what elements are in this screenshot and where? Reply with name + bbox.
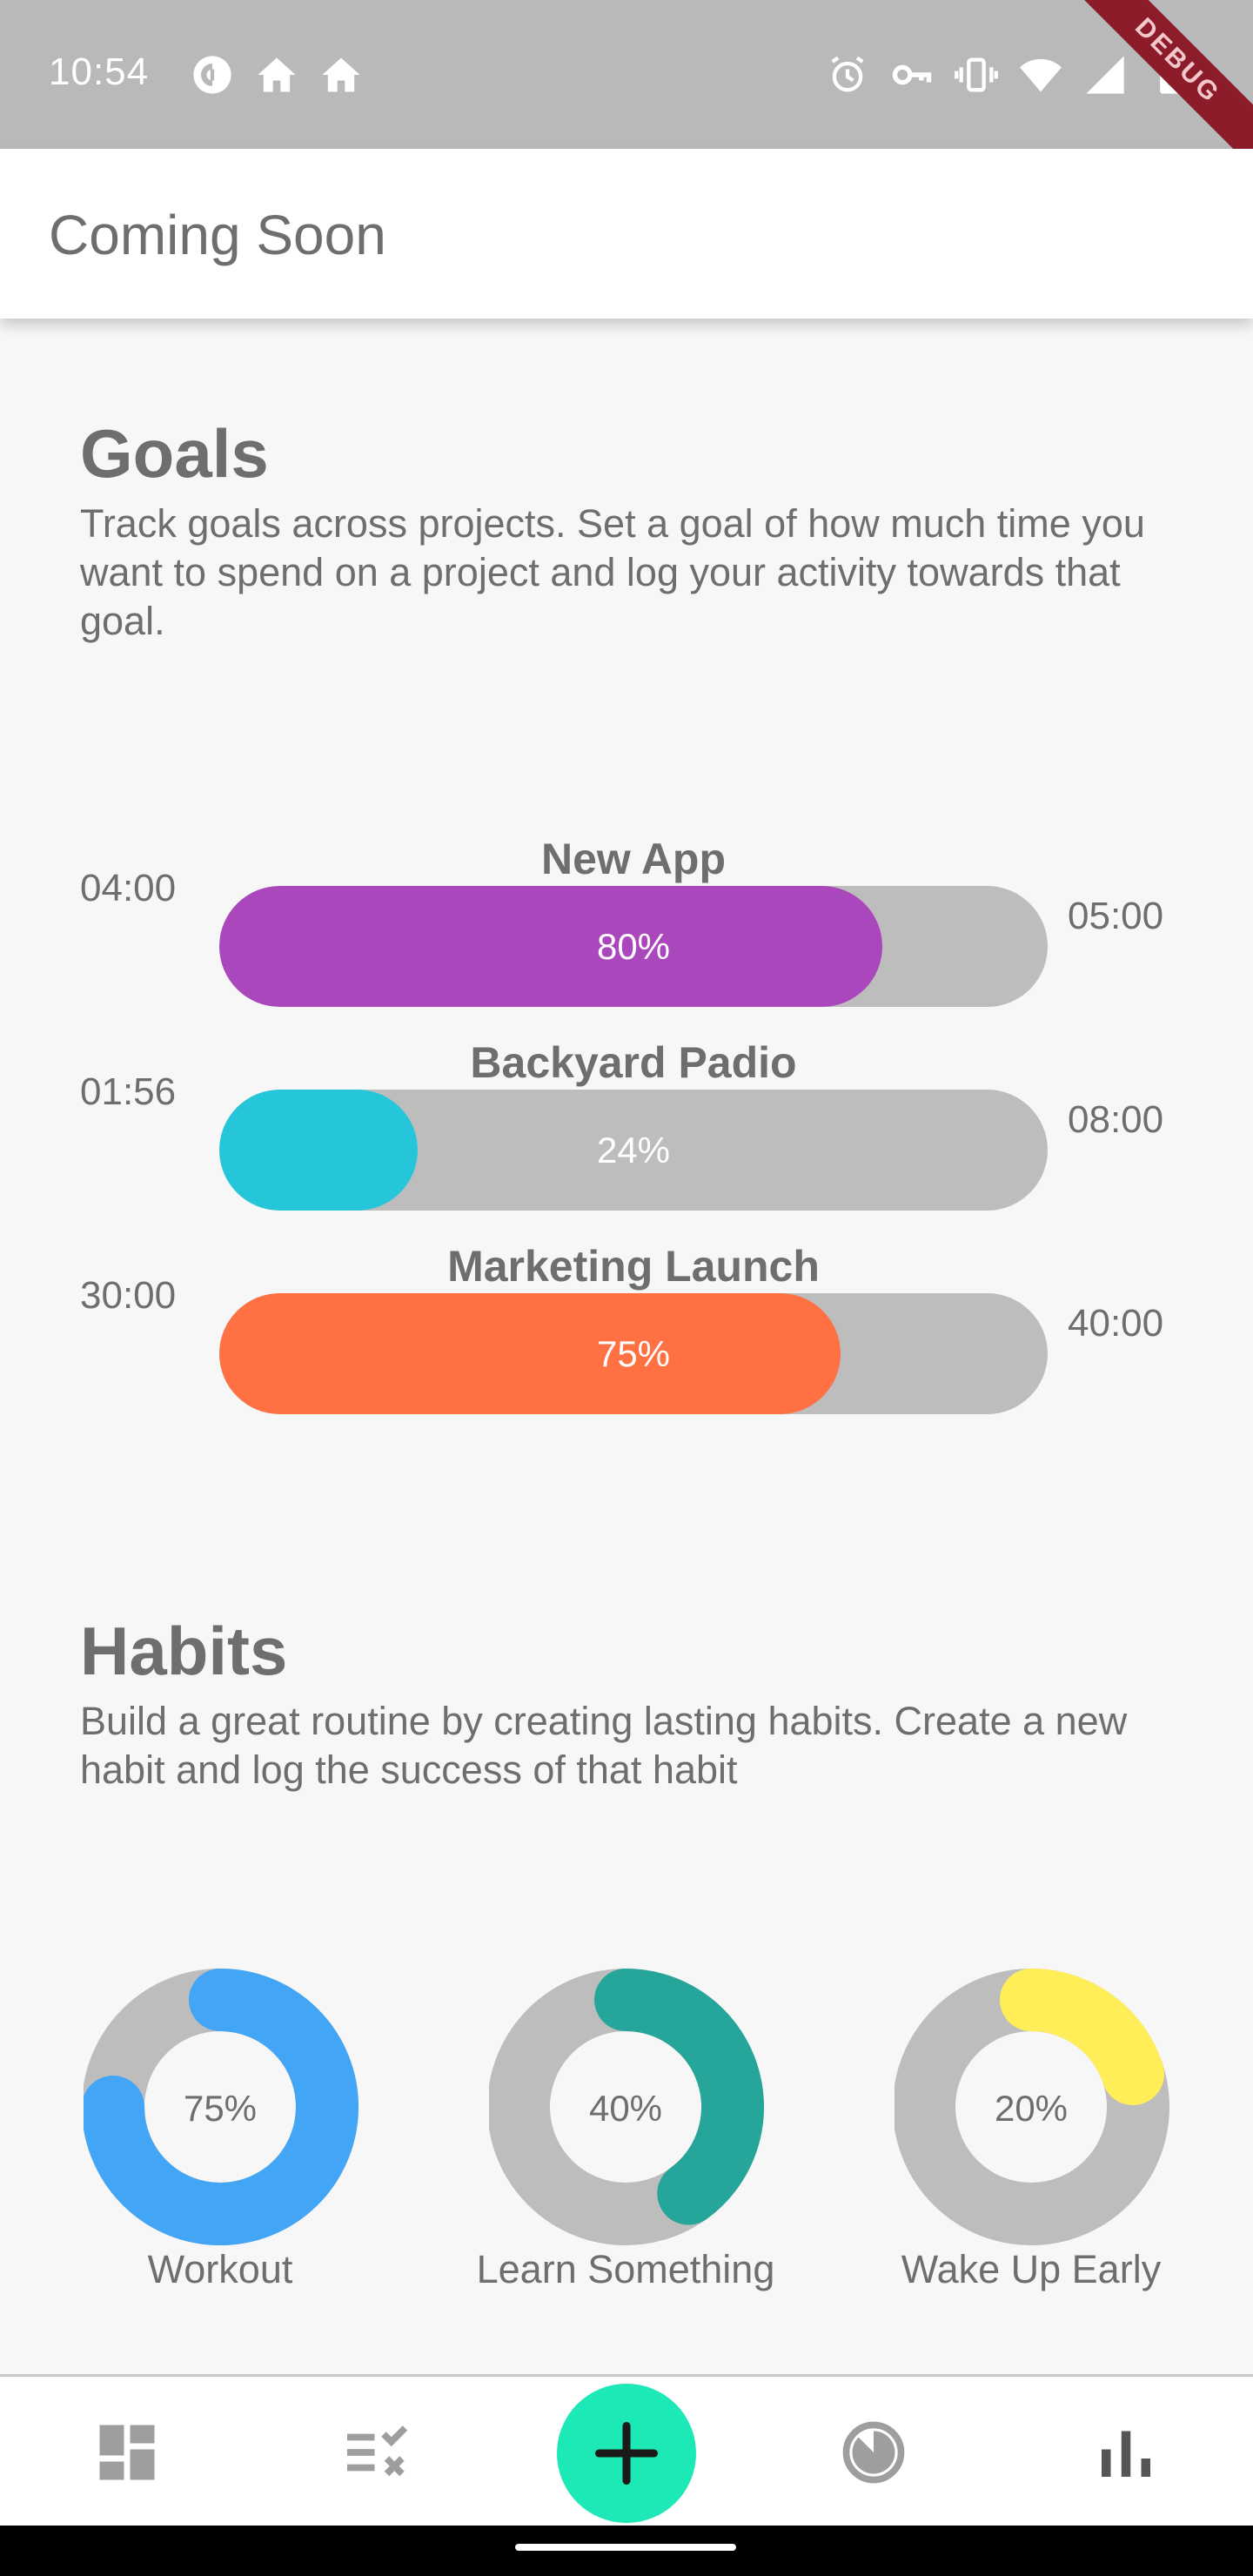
add-button[interactable]: [557, 2384, 696, 2523]
goal-progress-track: 75%: [219, 1293, 1048, 1414]
timer-icon[interactable]: [837, 2416, 910, 2489]
goal-target-time: 40:00: [1068, 1302, 1164, 1345]
goals-title: Goals: [80, 415, 269, 492]
habit-percent-label: 20%: [994, 2088, 1069, 2129]
bottom-navigation: [0, 2374, 1253, 2526]
home-icon: [258, 57, 296, 92]
home-indicator[interactable]: [515, 2544, 736, 2551]
pocket-casts-icon: [193, 56, 231, 94]
goal-target-time: 08:00: [1068, 1098, 1164, 1141]
system-navigation-bar: [0, 2526, 1253, 2576]
goal-logged-time: 04:00: [80, 867, 177, 909]
status-system-icons: [825, 52, 1192, 97]
status-notification-icons: [190, 52, 364, 97]
goal-item[interactable]: Backyard Padio 01:56 24% 08:00: [0, 1037, 1253, 1220]
cell-signal-icon: [1086, 56, 1124, 94]
wifi-icon: [1020, 58, 1062, 92]
habit-percent-label: 40%: [588, 2088, 663, 2129]
goal-name: New App: [540, 835, 727, 883]
vpn-key-icon: [892, 64, 932, 85]
goal-item[interactable]: New App 04:00 80% 05:00: [0, 834, 1253, 1016]
alarm-icon: [831, 56, 864, 92]
goal-progress-track: 80%: [219, 886, 1048, 1007]
goal-progress-track: 24%: [219, 1090, 1048, 1211]
goals-description: Track goals across projects. Set a goal …: [80, 501, 1145, 643]
goal-percent-label: 80%: [596, 926, 671, 967]
add-icon: [594, 2421, 659, 2485]
status-time: 10:54: [49, 50, 150, 93]
vibrate-icon: [955, 57, 998, 92]
goal-name: Backyard Padio: [470, 1038, 797, 1087]
habit-name: Learn Something: [476, 2247, 775, 2291]
goal-percent-label: 24%: [596, 1130, 671, 1171]
habits-description: Build a great routine by creating lastin…: [80, 1699, 1128, 1792]
goal-name: Marketing Launch: [447, 1242, 820, 1291]
app-bar: Coming Soon: [0, 149, 1253, 319]
status-bar: 10:54 DEBUG: [0, 0, 1253, 179]
bar-chart-icon[interactable]: [1089, 2416, 1163, 2489]
goal-item[interactable]: Marketing Launch 30:00 75% 40:00: [0, 1241, 1253, 1424]
habit-item[interactable]: 75% Workout: [77, 1965, 364, 2304]
home-icon: [322, 57, 360, 92]
goal-logged-time: 30:00: [80, 1274, 177, 1317]
habits-title: Habits: [80, 1613, 288, 1689]
goal-logged-time: 01:56: [80, 1070, 177, 1113]
page-title: Coming Soon: [49, 204, 386, 266]
habit-percent-label: 75%: [183, 2088, 258, 2129]
habit-name: Workout: [147, 2247, 293, 2291]
habit-name: Wake Up Early: [901, 2247, 1162, 2291]
habit-item[interactable]: 20% Wake Up Early: [888, 1965, 1175, 2304]
goal-percent-label: 75%: [596, 1333, 671, 1374]
dashboard-icon[interactable]: [90, 2416, 164, 2489]
checklist-icon[interactable]: [341, 2416, 414, 2489]
habit-item[interactable]: 40% Learn Something: [477, 1965, 774, 2304]
goal-target-time: 05:00: [1068, 895, 1164, 937]
